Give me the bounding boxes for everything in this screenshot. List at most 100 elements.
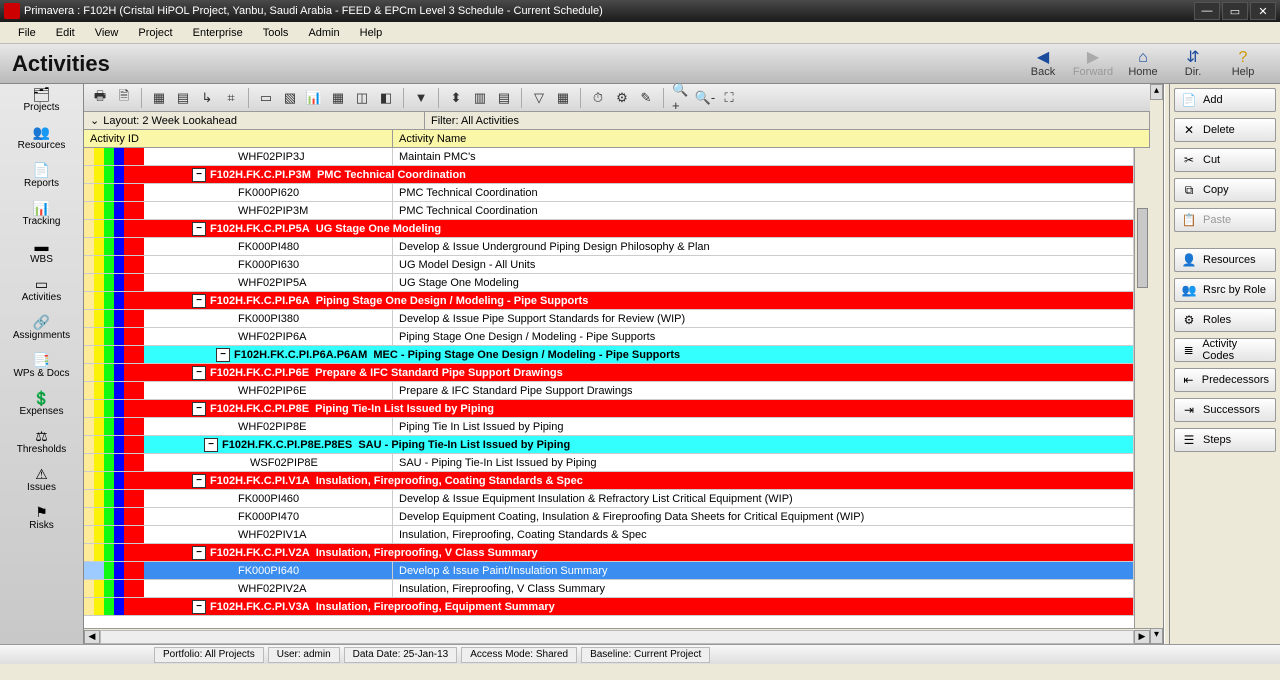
sidebar-resources[interactable]: 👥Resources bbox=[0, 122, 83, 160]
tb-icon-8[interactable]: ▥ bbox=[470, 88, 490, 108]
maximize-button[interactable]: ▭ bbox=[1222, 2, 1248, 20]
table-row[interactable]: −F102H.FK.C.PI.V2A Insulation, Fireproof… bbox=[84, 544, 1134, 562]
table-row[interactable]: FK000PI480Develop & Issue Underground Pi… bbox=[84, 238, 1134, 256]
table-row[interactable]: FK000PI640Develop & Issue Paint/Insulati… bbox=[84, 562, 1134, 580]
close-button[interactable]: ✕ bbox=[1250, 2, 1276, 20]
tb-icon-6[interactable]: ▼ bbox=[411, 88, 431, 108]
collapse-icon[interactable]: − bbox=[216, 348, 230, 362]
collapse-icon[interactable]: − bbox=[192, 294, 206, 308]
collapse-icon[interactable]: − bbox=[192, 222, 206, 236]
table-row[interactable]: −F102H.FK.C.PI.P6A.P6AM MEC - Piping Sta… bbox=[84, 346, 1134, 364]
table-icon[interactable]: ▦ bbox=[149, 88, 169, 108]
table-row[interactable]: −F102H.FK.C.PI.P3M PMC Technical Coordin… bbox=[84, 166, 1134, 184]
table-row[interactable]: −F102H.FK.C.PI.P8E Piping Tie-In List Is… bbox=[84, 400, 1134, 418]
tb-icon-7[interactable]: ⬍ bbox=[446, 88, 466, 108]
table-row[interactable]: −F102H.FK.C.PI.P5A UG Stage One Modeling bbox=[84, 220, 1134, 238]
sidebar-expenses[interactable]: 💲Expenses bbox=[0, 388, 83, 426]
rbtn-predecessors[interactable]: ⇤Predecessors bbox=[1174, 368, 1276, 392]
rbtn-delete[interactable]: ✕Delete bbox=[1174, 118, 1276, 142]
table-row[interactable]: −F102H.FK.C.PI.P6A Piping Stage One Desi… bbox=[84, 292, 1134, 310]
zoom-in-icon[interactable]: 🔍+ bbox=[671, 88, 691, 108]
table-row[interactable]: WSF02PIP8ESAU - Piping Tie-In List Issue… bbox=[84, 454, 1134, 472]
table-row[interactable]: WHF02PIV2AInsulation, Fireproofing, V Cl… bbox=[84, 580, 1134, 598]
gantt-icon[interactable]: ▤ bbox=[173, 88, 193, 108]
table-row[interactable]: WHF02PIP3MPMC Technical Coordination bbox=[84, 202, 1134, 220]
tb-icon-3[interactable]: ▦ bbox=[328, 88, 348, 108]
table-row[interactable]: WHF02PIP6APiping Stage One Design / Mode… bbox=[84, 328, 1134, 346]
rbtn-cut[interactable]: ✂Cut bbox=[1174, 148, 1276, 172]
collapse-icon[interactable]: − bbox=[192, 366, 206, 380]
sidebar-assignments[interactable]: 🔗Assignments bbox=[0, 312, 83, 350]
scroll-thumb[interactable] bbox=[1137, 208, 1148, 288]
rbtn-roles[interactable]: ⚙Roles bbox=[1174, 308, 1276, 332]
tb-icon-12[interactable]: ✎ bbox=[636, 88, 656, 108]
table-row[interactable]: FK000PI380Develop & Issue Pipe Support S… bbox=[84, 310, 1134, 328]
col-activity-id[interactable]: Activity ID bbox=[84, 130, 393, 147]
filter-icon[interactable]: ▽ bbox=[529, 88, 549, 108]
horizontal-scrollbar[interactable]: ◀ ▶ bbox=[84, 628, 1150, 644]
rbtn-activity-codes[interactable]: ≣Activity Codes bbox=[1174, 338, 1276, 362]
table-row[interactable]: FK000PI620PMC Technical Coordination bbox=[84, 184, 1134, 202]
tb-icon-9[interactable]: ▤ bbox=[494, 88, 514, 108]
sidebar-tracking[interactable]: 📊Tracking bbox=[0, 198, 83, 236]
sidebar-risks[interactable]: ⚑Risks bbox=[0, 502, 83, 540]
table-row[interactable]: FK000PI460Develop & Issue Equipment Insu… bbox=[84, 490, 1134, 508]
sidebar-issues[interactable]: ⚠Issues bbox=[0, 464, 83, 502]
network-icon[interactable]: ↳ bbox=[197, 88, 217, 108]
table-row[interactable]: WHF02PIV1AInsulation, Fireproofing, Coat… bbox=[84, 526, 1134, 544]
sidebar-projects[interactable]: 🗂Projects bbox=[0, 84, 83, 122]
rbtn-rsrc-by-role[interactable]: 👥Rsrc by Role bbox=[1174, 278, 1276, 302]
tb-icon-10[interactable]: ▦ bbox=[553, 88, 573, 108]
sidebar-wbs[interactable]: ▬WBS bbox=[0, 236, 83, 274]
nav-help[interactable]: ?Help bbox=[1218, 50, 1268, 78]
table-row[interactable]: −F102H.FK.C.PI.P8E.P8ES SAU - Piping Tie… bbox=[84, 436, 1134, 454]
print-icon[interactable]: 🖶 bbox=[90, 88, 110, 108]
trace-icon[interactable]: ⌗ bbox=[221, 88, 241, 108]
tb-icon-1[interactable]: ▭ bbox=[256, 88, 276, 108]
collapse-icon[interactable]: − bbox=[192, 474, 206, 488]
minimize-button[interactable]: — bbox=[1194, 2, 1220, 20]
menu-view[interactable]: View bbox=[85, 25, 129, 41]
tb-icon-4[interactable]: ◫ bbox=[352, 88, 372, 108]
scroll-right-icon[interactable]: ▶ bbox=[1134, 630, 1150, 644]
zoom-out-icon[interactable]: 🔍- bbox=[695, 88, 715, 108]
collapse-icon[interactable]: − bbox=[192, 546, 206, 560]
tb-icon-2[interactable]: ▧ bbox=[280, 88, 300, 108]
rbtn-copy[interactable]: ⧉Copy bbox=[1174, 178, 1276, 202]
menu-tools[interactable]: Tools bbox=[253, 25, 299, 41]
table-row[interactable]: WHF02PIP8EPiping Tie In List Issued by P… bbox=[84, 418, 1134, 436]
sidebar-thresholds[interactable]: ⚖Thresholds bbox=[0, 426, 83, 464]
schedule-icon[interactable]: ⏱ bbox=[588, 88, 608, 108]
print-preview-icon[interactable]: 🗎 bbox=[114, 88, 134, 108]
rbtn-paste[interactable]: 📋Paste bbox=[1174, 208, 1276, 232]
scroll-left-icon[interactable]: ◀ bbox=[84, 630, 100, 644]
nav-dir[interactable]: ⇵Dir. bbox=[1168, 50, 1218, 78]
sidebar-wps-docs[interactable]: 📑WPs & Docs bbox=[0, 350, 83, 388]
menu-project[interactable]: Project bbox=[128, 25, 182, 41]
layout-cell[interactable]: ⌄Layout: 2 Week Lookahead bbox=[84, 112, 425, 129]
menu-help[interactable]: Help bbox=[350, 25, 393, 41]
nav-back[interactable]: ◀Back bbox=[1018, 50, 1068, 78]
tb-icon-5[interactable]: ◧ bbox=[376, 88, 396, 108]
rbtn-resources[interactable]: 👤Resources bbox=[1174, 248, 1276, 272]
table-row[interactable]: FK000PI470Develop Equipment Coating, Ins… bbox=[84, 508, 1134, 526]
collapse-icon[interactable]: − bbox=[192, 168, 206, 182]
nav-forward[interactable]: ▶Forward bbox=[1068, 50, 1118, 78]
table-row[interactable]: FK000PI630UG Model Design - All Units bbox=[84, 256, 1134, 274]
table-row[interactable]: WHF02PIP6EPrepare & IFC Standard Pipe Su… bbox=[84, 382, 1134, 400]
menu-admin[interactable]: Admin bbox=[298, 25, 349, 41]
table-row[interactable]: WHF02PIP5AUG Stage One Modeling bbox=[84, 274, 1134, 292]
zoom-fit-icon[interactable]: ⛶ bbox=[719, 88, 739, 108]
menu-edit[interactable]: Edit bbox=[46, 25, 85, 41]
table-row[interactable]: −F102H.FK.C.PI.P6E Prepare & IFC Standar… bbox=[84, 364, 1134, 382]
rbtn-add[interactable]: 📄Add bbox=[1174, 88, 1276, 112]
table-row[interactable]: −F102H.FK.C.PI.V1A Insulation, Fireproof… bbox=[84, 472, 1134, 490]
sidebar-activities[interactable]: ▭Activities bbox=[0, 274, 83, 312]
nav-home[interactable]: ⌂Home bbox=[1118, 50, 1168, 78]
collapse-icon[interactable]: − bbox=[192, 402, 206, 416]
collapse-icon[interactable]: − bbox=[192, 600, 206, 614]
vertical-scrollbar[interactable] bbox=[1134, 148, 1150, 628]
rbtn-steps[interactable]: ☰Steps bbox=[1174, 428, 1276, 452]
filter-cell[interactable]: Filter: All Activities bbox=[425, 112, 1150, 129]
table-row[interactable]: −F102H.FK.C.PI.V3A Insulation, Fireproof… bbox=[84, 598, 1134, 616]
